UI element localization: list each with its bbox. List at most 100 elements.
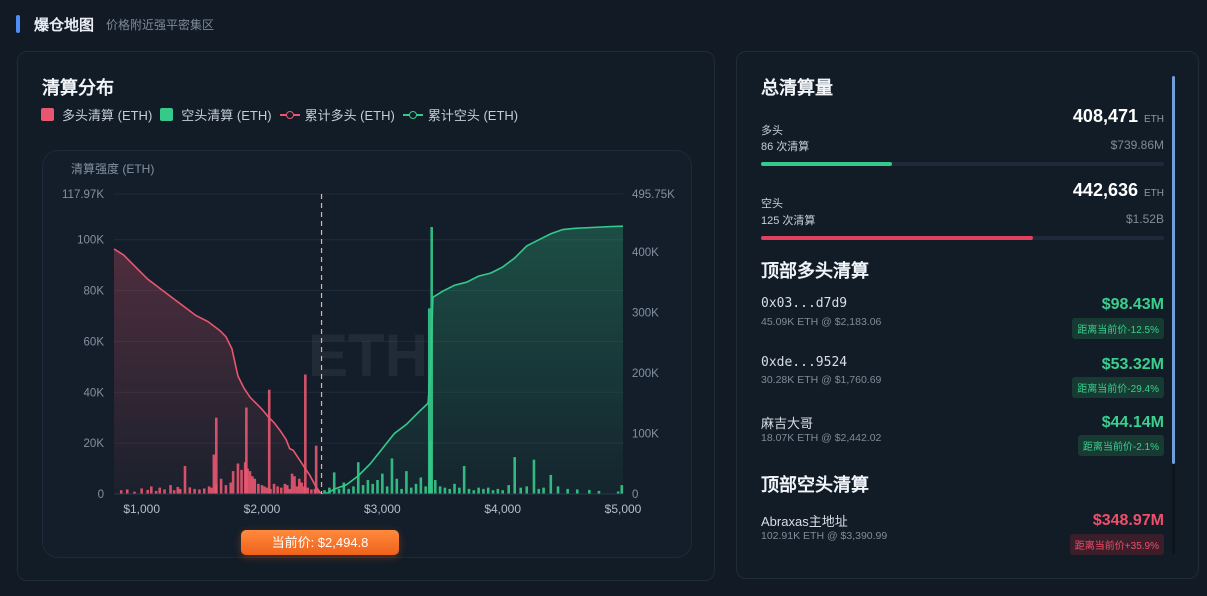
short-liquidation-bar — [328, 487, 331, 494]
entry-address[interactable]: Abraxas主地址 — [761, 511, 848, 530]
short-liquidation-bar — [443, 487, 447, 494]
entry-address[interactable]: 麻吉大哥 — [761, 413, 813, 432]
right-tick-label: 100K — [632, 428, 659, 440]
short-liquidation-bar — [405, 471, 408, 494]
long-liquidation-bar — [158, 487, 162, 494]
short-amount: 442,636 — [1072, 180, 1138, 200]
short-liquidation-bar — [448, 488, 452, 494]
long-liquidation-bar — [283, 483, 287, 494]
legend-item-cumulative-long[interactable]: 累计多头 (ETH) — [279, 105, 395, 124]
liquidation-chart-panel: 清算分布 多头清算 (ETH) 空头清算 (ETH) 累计多头 (ETH) 累计… — [17, 51, 715, 581]
long-liquidation-bar — [224, 485, 228, 494]
entry-address[interactable]: 0x03...d7d9 — [761, 296, 847, 311]
long-liquidation-bar — [193, 488, 196, 494]
short-liquidation-bar — [566, 488, 569, 494]
right-tick-label: 400K — [632, 247, 659, 259]
long-liquidation-bar — [304, 374, 307, 494]
chart-title: 清算分布 — [42, 78, 114, 98]
legend-item-long-liquidation[interactable]: 多头清算 (ETH) — [41, 105, 152, 124]
short-liquidation-bar — [482, 488, 485, 494]
entry-usd: $98.43M — [1101, 296, 1164, 313]
entry-distance-badge: 距离当前价+35.9% — [1069, 534, 1164, 555]
long-liquidation-bar — [198, 489, 201, 494]
entry-usd: $44.14M — [1101, 414, 1164, 431]
entry-usd: $53.32M — [1101, 356, 1164, 373]
entry-detail: 102.91K ETH @ $3,390.99 — [761, 530, 888, 542]
short-liquidation-bar — [424, 486, 427, 494]
long-liquidation-bar — [248, 471, 252, 494]
chart-legend: 多头清算 (ETH) 空头清算 (ETH) 累计多头 (ETH) 累计空头 (E… — [41, 105, 526, 124]
long-liquidation-bar — [260, 485, 264, 494]
short-liquidation-bar — [467, 488, 471, 494]
chart-frame: 清算强度 (ETH) 117.97K 100K 80K 60K 40K 20K 0 495.75… — [42, 150, 692, 558]
long-liquidation-bar — [288, 488, 291, 494]
short-liquidation-bar — [337, 488, 341, 494]
left-tick-label: 80K — [84, 286, 105, 298]
legend-label: 多头清算 (ETH) — [62, 108, 153, 123]
short-liquidation-bar — [525, 486, 529, 494]
long-liquidation-bar — [163, 489, 166, 494]
long-amount: 408,471 — [1072, 106, 1138, 126]
short-liquidation-bar — [323, 490, 326, 494]
watermark-text: ETH — [308, 322, 428, 389]
long-liquidation-bar — [265, 487, 269, 494]
short-liquidation-bar — [519, 487, 523, 494]
long-liquidation-bar — [276, 486, 279, 494]
short-liquidation-bar — [507, 485, 510, 494]
long-liquidation-bar — [212, 454, 216, 494]
long-liquidation-bar — [314, 445, 318, 494]
liquidation-chart[interactable]: 清算强度 (ETH) 117.97K 100K 80K 60K 40K 20K 0 495.75… — [43, 151, 693, 559]
entry-detail: 18.07K ETH @ $2,442.02 — [761, 432, 882, 444]
long-liquidation-bar — [210, 487, 213, 494]
left-tick-label: 60K — [84, 336, 105, 348]
legend-label: 空头清算 (ETH) — [181, 108, 272, 123]
short-liquidation-bar — [381, 473, 384, 494]
short-liquidation-bar — [620, 485, 624, 494]
short-share-fill — [761, 236, 1034, 240]
long-liquidation-bar — [251, 476, 254, 494]
entry-address[interactable]: 0xde...9524 — [761, 355, 847, 370]
short-liquidation-bar — [542, 487, 545, 494]
long-label: 多头 — [761, 125, 783, 137]
left-tick-label: 20K — [84, 438, 105, 450]
long-usd: $739.86M — [1110, 138, 1164, 152]
legend-item-cumulative-short[interactable]: 累计空头 (ETH) — [402, 105, 518, 124]
long-liquidation-bar — [257, 483, 260, 494]
cumulative-long-line-icon — [279, 110, 300, 120]
short-liquidation-bar — [458, 487, 461, 494]
short-liquidation-bar — [347, 488, 350, 494]
short-liquidation-bar — [472, 490, 476, 494]
entry-usd: $348.97M — [1092, 512, 1164, 529]
short-liquidation-bar — [532, 459, 536, 494]
long-liquidation-bar — [150, 486, 153, 494]
long-total: 408,471 ETH — [1073, 106, 1164, 127]
short-liquidation-bar — [361, 485, 365, 494]
short-liquidation-bar — [462, 466, 466, 494]
long-liquidation-bar — [300, 482, 304, 494]
long-liquidation-bar — [146, 489, 149, 494]
long-unit: ETH — [1144, 114, 1164, 125]
legend-item-short-liquidation[interactable]: 空头清算 (ETH) — [160, 105, 272, 124]
x-tick-label: $1,000 — [123, 502, 160, 516]
short-liquidation-bar — [453, 483, 456, 494]
left-tick-label: 40K — [84, 387, 105, 399]
short-liquidation-bar — [491, 490, 495, 494]
short-liquidation-bar — [513, 457, 517, 494]
short-liquidation-bar — [575, 489, 579, 494]
cumulative-long-area — [114, 248, 322, 494]
short-liquidation-bar — [352, 486, 355, 494]
short-liquidation-bar — [395, 478, 399, 494]
short-liquidation-bar — [549, 474, 553, 494]
long-liquidation-bar — [298, 478, 301, 494]
scrollbar[interactable] — [1172, 76, 1175, 554]
x-tick-label: $3,000 — [364, 502, 401, 516]
right-tick-label: 0 — [632, 489, 638, 501]
scrollbar-thumb[interactable] — [1172, 76, 1175, 464]
totals-title: 总清算量 — [761, 78, 833, 98]
short-usd: $1.52B — [1125, 212, 1164, 226]
short-liquidation-bar — [438, 486, 442, 494]
entry-distance-badge: 距离当前价-12.5% — [1072, 318, 1164, 339]
long-liquidation-bar — [310, 489, 313, 494]
short-liquidation-bar — [414, 483, 418, 494]
long-liquidation-bar — [317, 490, 320, 494]
